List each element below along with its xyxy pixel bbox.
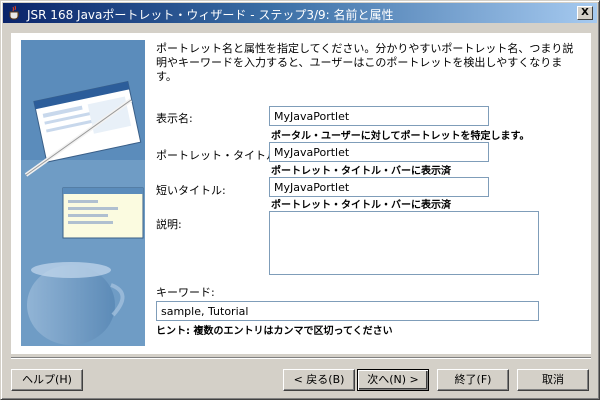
keywords-input[interactable] (156, 301, 539, 321)
help-button[interactable]: ヘルプ(H) (11, 369, 83, 391)
short-title-hint: ポートレット・タイトル・バーに表示済 (271, 200, 451, 211)
step-description: ポートレット名と属性を指定してください。分かりやすいポートレット名、つまり説明や… (156, 42, 574, 83)
portlet-title-label: ポートレット・タイトル: (156, 149, 281, 162)
wizard-window: JSR 168 Javaポートレット・ウィザード - ステップ3/9: 名前と属… (0, 0, 600, 400)
display-name-hint: ポータル・ユーザーに対してポートレットを特定します。 (271, 131, 530, 142)
title-bar[interactable]: JSR 168 Javaポートレット・ウィザード - ステップ3/9: 名前と属… (3, 3, 597, 23)
next-button[interactable]: 次へ(N) > (357, 369, 429, 391)
wizard-content: ポートレット名と属性を指定してください。分かりやすいポートレット名、つまり説明や… (11, 33, 591, 354)
side-illustration (21, 40, 145, 346)
close-button[interactable]: X (577, 6, 593, 20)
short-title-input[interactable] (269, 177, 489, 197)
back-button[interactable]: < 戻る(B) (283, 369, 355, 391)
portlet-title-input[interactable] (269, 142, 489, 162)
short-title-label: 短いタイトル: (156, 184, 226, 197)
cancel-button[interactable]: 取消 (517, 369, 589, 391)
java-cup-icon (7, 5, 23, 21)
button-separator (11, 357, 591, 359)
description-textarea[interactable] (269, 211, 539, 275)
display-name-input[interactable] (269, 106, 489, 126)
window-title: JSR 168 Javaポートレット・ウィザード - ステップ3/9: 名前と属… (27, 8, 394, 22)
keywords-label: キーワード: (156, 286, 215, 299)
description-label: 説明: (156, 218, 182, 231)
close-icon: X (581, 7, 589, 18)
finish-button[interactable]: 終了(F) (437, 369, 509, 391)
display-name-label: 表示名: (156, 112, 193, 125)
portlet-title-hint: ポートレット・タイトル・バーに表示済 (271, 166, 451, 177)
keywords-hint: ヒント: 複数のエントリはカンマで区切ってください (156, 326, 393, 337)
